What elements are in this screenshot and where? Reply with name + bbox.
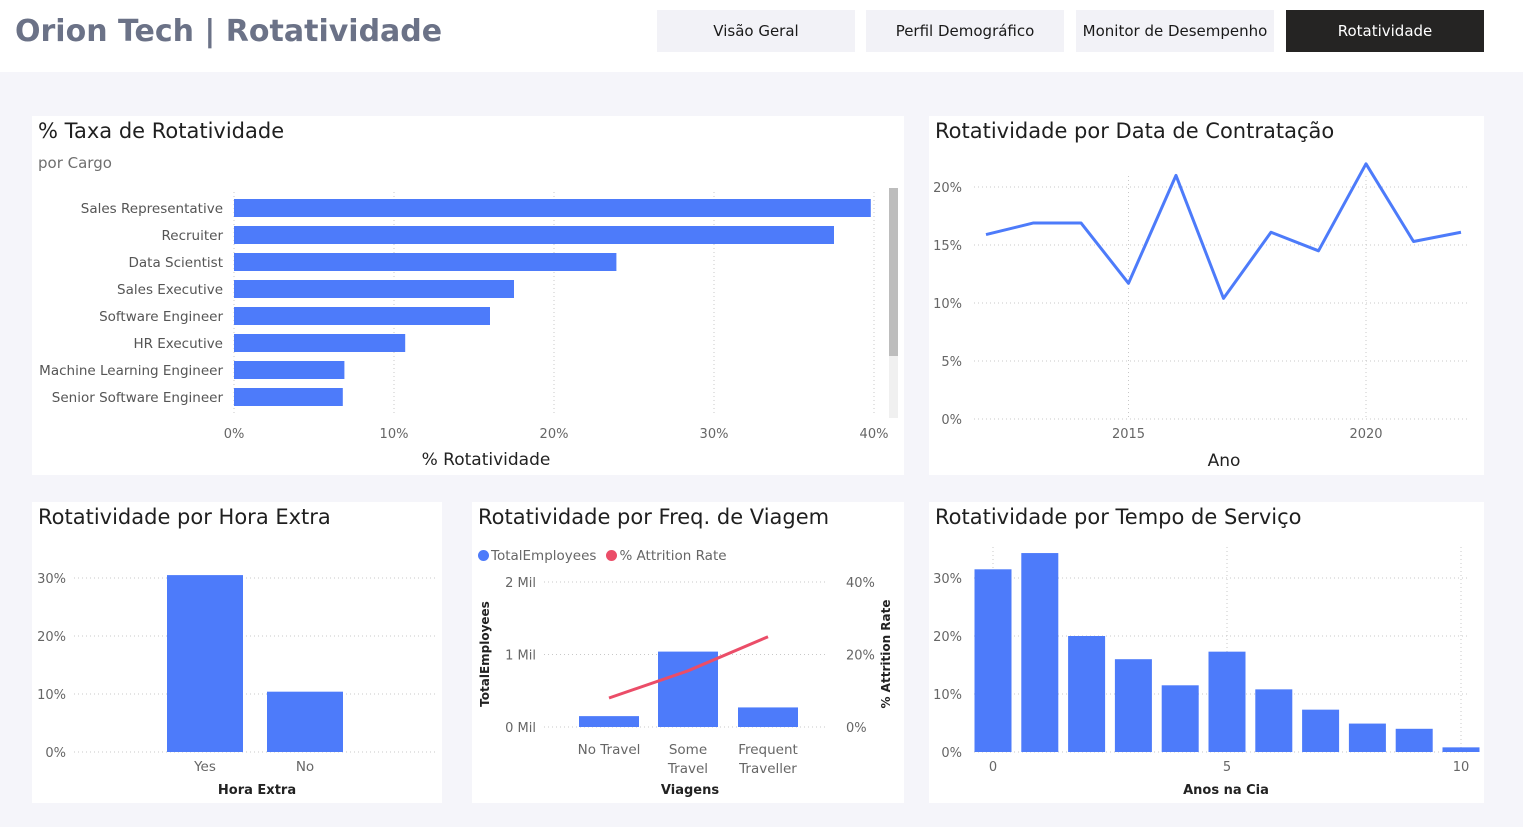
- cargo-bar: [234, 307, 490, 325]
- cargo-x-tick-label: 30%: [700, 427, 729, 442]
- hora-extra-y-tick-label: 10%: [37, 688, 66, 703]
- hora-extra-bar: [267, 691, 343, 752]
- contratacao-chart-card: Rotatividade por Data de Contratação 0% 5…: [929, 116, 1484, 475]
- cargo-category-label: Machine Learning Engineer: [39, 363, 223, 379]
- cargo-x-tick-label: 20%: [540, 427, 569, 442]
- hora-extra-x-axis-title: Hora Extra: [218, 783, 296, 798]
- viagem-category-label: Frequent: [738, 742, 798, 758]
- cargo-chart-card: % Taxa de Rotatividade por Cargo 0% 10% 20…: [32, 116, 904, 475]
- tempo-servico-y-tick-label: 20%: [933, 630, 962, 645]
- viagem-bar: [579, 716, 639, 727]
- viagem-right-tick-label: 20%: [846, 649, 875, 664]
- viagem-chart-card: Rotatividade por Freq. de Viagem TotalEm…: [472, 502, 904, 803]
- tempo-servico-bar: [1442, 747, 1480, 752]
- cargo-category-label: Software Engineer: [99, 309, 223, 325]
- viagem-left-tick-label: 2 Mil: [505, 576, 536, 591]
- hora-extra-bar: [167, 575, 243, 752]
- cargo-bar: [234, 253, 617, 271]
- tempo-servico-bar: [1255, 689, 1293, 752]
- tempo-servico-x-tick-label: 0: [989, 760, 997, 775]
- viagem-right-axis-title: % Attrition Rate: [879, 599, 893, 708]
- tempo-servico-bar-chart: 0% 10% 20% 30% 0 5 10 Anos na Cia: [933, 547, 1480, 798]
- contratacao-y-tick-label: 10%: [933, 297, 962, 312]
- tempo-servico-bar: [974, 569, 1012, 752]
- contratacao-x-tick-label: 2020: [1349, 427, 1382, 442]
- contratacao-y-tick-label: 15%: [933, 239, 962, 254]
- contratacao-x-tick-label: 2015: [1112, 427, 1145, 442]
- tempo-servico-bar: [1021, 553, 1059, 752]
- viagem-category-label: Some: [669, 742, 707, 758]
- viagem-category-label: Travel: [667, 761, 708, 777]
- viagem-x-axis-title: Viagens: [661, 783, 719, 798]
- viagem-left-axis-title: TotalEmployees: [478, 601, 492, 707]
- nav-visao-geral-button[interactable]: Visão Geral: [657, 10, 855, 52]
- cargo-x-axis-title: % Rotatividade: [422, 450, 551, 470]
- hora-extra-y-tick-label: 0%: [45, 746, 66, 761]
- tempo-servico-bar: [1395, 728, 1433, 752]
- cargo-category-label: Sales Executive: [117, 282, 223, 298]
- tempo-servico-y-tick-label: 10%: [933, 688, 962, 703]
- contratacao-line-chart: 0% 5% 10% 15% 20% 2015 2020 Ano: [933, 162, 1469, 471]
- cargo-bar: [234, 334, 406, 352]
- nav-rotatividade-button[interactable]: Rotatividade: [1286, 10, 1484, 52]
- tempo-servico-y-tick-label: 30%: [933, 572, 962, 587]
- tempo-servico-bar: [1302, 709, 1340, 752]
- tempo-servico-bar: [1348, 723, 1386, 752]
- page-title: Orion Tech | Rotatividade: [15, 14, 443, 49]
- hora-extra-bar-chart: 0% 10% 20% 30% Yes NoHora Extra: [37, 572, 437, 798]
- tempo-servico-bar: [1161, 685, 1199, 752]
- contratacao-y-tick-label: 0%: [941, 413, 962, 428]
- hora-extra-y-tick-label: 20%: [37, 630, 66, 645]
- viagem-bar: [738, 707, 798, 727]
- cargo-bar: [234, 226, 834, 244]
- hora-extra-y-tick-label: 30%: [37, 572, 66, 587]
- hora-extra-category-label: Yes: [193, 759, 216, 775]
- cargo-bar: [234, 199, 871, 217]
- viagem-category-label: Traveller: [738, 761, 797, 777]
- hora-extra-chart-card: Rotatividade por Hora Extra 0% 10% 20% 30% Y…: [32, 502, 442, 803]
- cargo-category-label: Data Scientist: [129, 255, 224, 271]
- tempo-servico-bar: [1068, 636, 1106, 752]
- contratacao-x-axis-title: Ano: [1208, 451, 1241, 471]
- tempo-servico-y-tick-label: 0%: [941, 746, 962, 761]
- tempo-servico-x-tick-label: 10: [1453, 760, 1470, 775]
- viagem-right-tick-label: 40%: [846, 576, 875, 591]
- cargo-x-tick-label: 10%: [380, 427, 409, 442]
- tempo-servico-x-axis-title: Anos na Cia: [1183, 783, 1269, 798]
- viagem-category-label: No Travel: [578, 742, 641, 758]
- contratacao-series-line: [985, 162, 1462, 300]
- tempo-servico-chart-card: Rotatividade por Tempo de Serviço 0% 10% 2…: [929, 502, 1484, 803]
- cargo-bar: [234, 388, 343, 406]
- viagem-combo-chart: 0 Mil 1 Mil 2 Mil 0% 20% 40% No Travel Some Trav…: [478, 576, 893, 798]
- cargo-category-label: Recruiter: [161, 228, 223, 244]
- nav-monitor-desempenho-button[interactable]: Monitor de Desempenho: [1076, 10, 1274, 52]
- cargo-bar: [234, 280, 514, 298]
- contratacao-y-tick-label: 20%: [933, 181, 962, 196]
- contratacao-y-tick-label: 5%: [941, 355, 962, 370]
- cargo-category-label: HR Executive: [133, 336, 223, 352]
- tempo-servico-bar: [1114, 659, 1152, 752]
- viagem-left-tick-label: 1 Mil: [505, 649, 536, 664]
- tempo-servico-bar: [1208, 651, 1246, 752]
- cargo-scrollbar-thumb[interactable]: [889, 188, 898, 356]
- cargo-x-tick-label: 0%: [224, 427, 245, 442]
- viagem-left-tick-label: 0 Mil: [505, 721, 536, 736]
- tempo-servico-x-tick-label: 5: [1223, 760, 1231, 775]
- hora-extra-category-label: No: [296, 759, 314, 775]
- cargo-bar-chart: 0% 10% 20% 30% 40% Sales Representative Recrui…: [39, 188, 898, 470]
- nav-perfil-demografico-button[interactable]: Perfil Demográfico: [866, 10, 1064, 52]
- cargo-category-label: Senior Software Engineer: [52, 390, 224, 406]
- cargo-x-tick-label: 40%: [860, 427, 889, 442]
- cargo-category-label: Sales Representative: [81, 201, 223, 217]
- viagem-right-tick-label: 0%: [846, 721, 867, 736]
- header-bar: Orion Tech | Rotatividade Visão Geral Pe…: [0, 0, 1523, 72]
- cargo-bar: [234, 361, 345, 379]
